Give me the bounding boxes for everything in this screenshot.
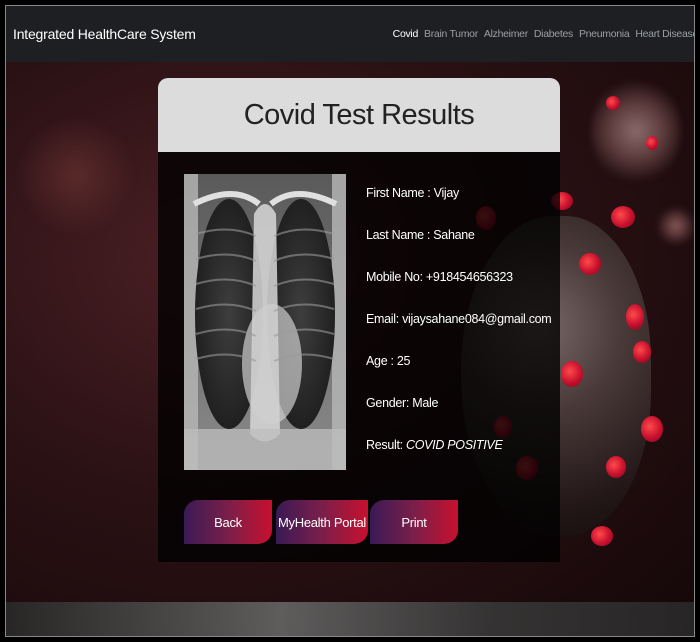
navbar: Integrated HealthCare System Covid Brain… xyxy=(6,6,694,62)
virus-spike xyxy=(591,526,613,546)
nav-link-diabetes[interactable]: Diabetes xyxy=(534,28,573,40)
nav-links: Covid Brain Tumor Alzheimer Diabetes Pne… xyxy=(387,6,694,62)
xray-svg xyxy=(184,174,346,470)
virus-spike xyxy=(626,304,644,330)
myhealth-portal-button[interactable]: MyHealth Portal xyxy=(276,500,368,544)
virus-spike xyxy=(611,206,635,228)
virus-spike xyxy=(633,341,651,363)
nav-link-heart-disease[interactable]: Heart Disease xyxy=(635,28,694,40)
page-frame: Integrated HealthCare System Covid Brain… xyxy=(5,5,695,637)
page-title: Covid Test Results xyxy=(243,98,475,131)
virus-spike xyxy=(579,253,601,275)
gender-text: Gender: Male xyxy=(366,396,439,410)
virus-spike xyxy=(606,456,626,478)
first-name-text: First Name : Vijay xyxy=(366,186,460,200)
age-text: Age : 25 xyxy=(366,354,411,368)
bg-virus-blur-top-right-small xyxy=(656,206,694,246)
virus-spike xyxy=(606,96,620,110)
nav-link-covid[interactable]: Covid xyxy=(393,28,419,40)
footer-strip xyxy=(6,602,694,636)
nav-link-pneumonia[interactable]: Pneumonia xyxy=(579,28,630,40)
result-value: COVID POSITIVE xyxy=(405,438,503,452)
back-button[interactable]: Back xyxy=(184,500,272,544)
chest-xray-image xyxy=(184,174,346,470)
virus-spike xyxy=(641,416,663,442)
mobile-text: Mobile No: +918454656323 xyxy=(366,270,513,284)
nav-link-alzheimer[interactable]: Alzheimer xyxy=(484,28,528,40)
email-text: Email: vijaysahane084@gmail.com xyxy=(366,312,552,326)
last-name-text: Last Name : Sahane xyxy=(366,228,475,242)
bg-virus-blur-left xyxy=(16,116,136,236)
result-label: Result: xyxy=(366,438,406,452)
brand-title[interactable]: Integrated HealthCare System xyxy=(13,26,196,42)
nav-link-brain-tumor[interactable]: Brain Tumor xyxy=(424,28,478,40)
print-button[interactable]: Print xyxy=(370,500,458,544)
results-card-header: Covid Test Results xyxy=(158,78,560,152)
virus-spike xyxy=(646,136,658,150)
virus-spike xyxy=(561,361,583,387)
bg-virus-blur-top-right xyxy=(591,76,681,186)
result-line: Result: COVID POSITIVE xyxy=(366,438,503,452)
